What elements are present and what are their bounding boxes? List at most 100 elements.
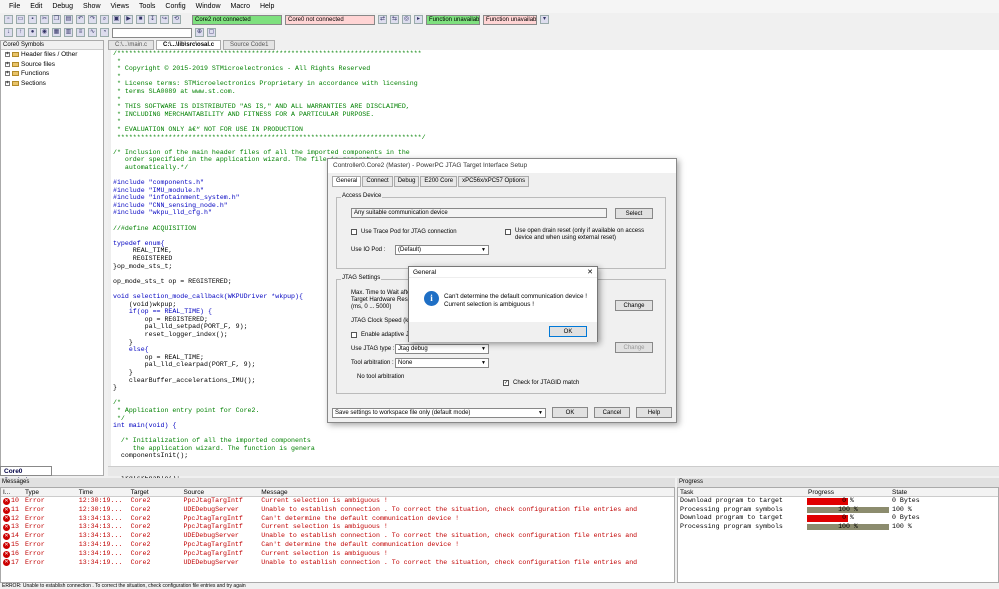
message-row[interactable]: ✕ 16 Error 13:34:19... Core2 PpcJtagTargIntf C… xyxy=(1,550,674,559)
menu-item-views[interactable]: Views xyxy=(106,3,135,10)
menu-item-window[interactable]: Window xyxy=(191,3,226,10)
tree-item[interactable]: + Functions xyxy=(1,69,103,79)
editor-tab[interactable]: C:\...\main.c xyxy=(108,40,155,50)
copy-icon[interactable]: ❐ xyxy=(52,15,61,24)
progress-row[interactable]: Processing program symbols 100 % 100 % xyxy=(678,523,998,532)
tree-item[interactable]: + Header files / Other xyxy=(1,50,103,60)
check-jtagid-checkbox[interactable]: ✓ xyxy=(503,380,509,386)
jtag-dialog-tab[interactable]: General xyxy=(332,176,362,187)
tree-item-label: Sections xyxy=(21,79,46,87)
col-header-message[interactable]: Message xyxy=(261,488,674,496)
find-icon[interactable]: ⌕ xyxy=(100,15,109,24)
progress-row[interactable]: Download program to target 0 % 0 Bytes xyxy=(678,514,998,523)
progress-row[interactable]: Processing program symbols 100 % 100 % xyxy=(678,506,998,515)
close-icon[interactable]: ✕ xyxy=(587,268,593,276)
step-out-icon[interactable]: ↑ xyxy=(16,28,25,37)
reset-icon[interactable]: ⟲ xyxy=(172,15,181,24)
message-row[interactable]: ✕ 12 Error 13:34:13... Core2 PpcJtagTargIntf C… xyxy=(1,515,674,524)
undo-icon[interactable]: ↶ xyxy=(76,15,85,24)
message-row[interactable]: ✕ 10 Error 12:30:19... Core2 PpcJtagTargIntf C… xyxy=(1,497,674,506)
jtag-type-dropdown[interactable]: Jtag debug ▼ xyxy=(395,344,489,354)
open-drain-checkbox[interactable] xyxy=(505,229,511,235)
trace-icon[interactable]: ∿ xyxy=(88,28,97,37)
paste-icon[interactable]: ▤ xyxy=(64,15,73,24)
message-target: Core2 xyxy=(130,558,151,566)
device-field[interactable]: Any suitable communication device xyxy=(351,208,607,218)
col-header-task[interactable]: Task xyxy=(678,488,806,496)
run-icon[interactable]: ▶ xyxy=(124,15,133,24)
zoom-icon[interactable]: ⊕ xyxy=(195,28,204,37)
memory-icon[interactable]: ▦ xyxy=(52,28,61,37)
col-header-type[interactable]: Type xyxy=(25,488,79,496)
message-row[interactable]: ✕ 14 Error 13:34:13... Core2 UDEDebugServer Un… xyxy=(1,532,674,541)
watch-icon[interactable]: ◉ xyxy=(40,28,49,37)
cut-icon[interactable]: ✂ xyxy=(40,15,49,24)
col-header-time[interactable]: Time xyxy=(79,488,131,496)
menu-item-help[interactable]: Help xyxy=(255,3,279,10)
tree-item[interactable]: + Source files xyxy=(1,60,103,70)
step-icon[interactable]: ↧ xyxy=(148,15,157,24)
editor-tab[interactable]: C:\...\lib\src\osal.c xyxy=(156,40,222,50)
col-header-source[interactable]: Source xyxy=(183,488,261,496)
io-pod-dropdown[interactable]: (Default) ▼ xyxy=(395,245,489,255)
window-icon[interactable]: ▢ xyxy=(207,28,216,37)
open-file-icon[interactable]: ▭ xyxy=(16,15,25,24)
use-trace-pod-checkbox[interactable] xyxy=(351,229,357,235)
build-icon[interactable]: ▣ xyxy=(112,15,121,24)
menu-item-edit[interactable]: Edit xyxy=(25,3,47,10)
adaptive-jtag-checkbox[interactable] xyxy=(351,332,357,338)
jtag-dialog-tab[interactable]: Debug xyxy=(393,176,420,187)
go-icon[interactable]: ▸ xyxy=(414,15,423,24)
jtag-dialog-tab[interactable]: E200 Core xyxy=(420,176,458,187)
expand-icon[interactable]: + xyxy=(5,52,10,58)
expand-icon[interactable]: + xyxy=(5,80,10,86)
toolbar-extra-icon[interactable]: ▾ xyxy=(540,15,549,24)
menu-item-tools[interactable]: Tools xyxy=(134,3,160,10)
dialog-help-button[interactable]: Help xyxy=(636,407,672,418)
tool-arb-dropdown[interactable]: None ▼ xyxy=(395,358,489,368)
change-button[interactable]: Change xyxy=(615,300,653,311)
step-into-icon[interactable]: ↓ xyxy=(4,28,13,37)
alert-ok-button[interactable]: OK xyxy=(549,326,587,337)
select-button[interactable]: Select xyxy=(615,208,653,219)
col-header-progress[interactable]: Progress xyxy=(806,488,890,496)
message-row[interactable]: ✕ 15 Error 13:34:19... Core2 PpcJtagTargIntf C… xyxy=(1,541,674,550)
connect-icon[interactable]: ⇄ xyxy=(378,15,387,24)
registers-icon[interactable]: ▥ xyxy=(64,28,73,37)
menu-item-show[interactable]: Show xyxy=(78,3,106,10)
breakpoint-icon[interactable]: ● xyxy=(28,28,37,37)
col-header-state[interactable]: State xyxy=(890,488,994,496)
message-row[interactable]: ✕ 11 Error 12:30:19... Core2 UDEDebugServer Un… xyxy=(1,506,674,515)
message-row[interactable]: ✕ 13 Error 13:34:13... Core2 PpcJtagTargIntf C… xyxy=(1,523,674,532)
expand-icon[interactable]: + xyxy=(5,61,10,67)
message-row[interactable]: ✕ 17 Error 13:34:19... Core2 UDEDebugServer Un… xyxy=(1,559,674,568)
menu-item-file[interactable]: File xyxy=(4,3,25,10)
dialog-cancel-button[interactable]: Cancel xyxy=(594,407,630,418)
menu-item-config[interactable]: Config xyxy=(160,3,190,10)
tree-item[interactable]: + Sections xyxy=(1,79,103,89)
save-option-dropdown[interactable]: Save settings to workspace file only (de… xyxy=(332,408,546,418)
editor-horizontal-scrollbar[interactable] xyxy=(108,466,999,476)
jtag-dialog-tab[interactable]: Connect xyxy=(362,176,393,187)
progress-row[interactable]: Download program to target 0 % 0 Bytes xyxy=(678,497,998,506)
disconnect-icon[interactable]: ⇆ xyxy=(390,15,399,24)
redo-icon[interactable]: ↷ xyxy=(88,15,97,24)
jtag-dialog-tab[interactable]: xPC56x/xPC57 Options xyxy=(458,176,530,187)
editor-tab[interactable]: Source Code1 xyxy=(223,40,276,50)
disasm-icon[interactable]: ≡ xyxy=(76,28,85,37)
menu-item-debug[interactable]: Debug xyxy=(47,3,78,10)
new-file-icon[interactable]: ▫ xyxy=(4,15,13,24)
save-icon[interactable]: ▪ xyxy=(28,15,37,24)
check-jtagid-label: Check for JTAGID match xyxy=(513,380,580,386)
toolbar-combo[interactable] xyxy=(112,27,192,38)
step-over-icon[interactable]: ↪ xyxy=(160,15,169,24)
profile-icon[interactable]: ◔ xyxy=(100,28,109,37)
expand-icon[interactable]: + xyxy=(5,71,10,77)
col-header-id[interactable]: I... xyxy=(1,488,25,496)
stop-icon[interactable]: ■ xyxy=(136,15,145,24)
col-header-target[interactable]: Target xyxy=(131,488,184,496)
tab-core0-symbols[interactable]: Core0 Symbols xyxy=(0,466,52,484)
dialog-ok-button[interactable]: OK xyxy=(552,407,588,418)
menu-item-macro[interactable]: Macro xyxy=(226,3,255,10)
target-icon[interactable]: ◎ xyxy=(402,15,411,24)
